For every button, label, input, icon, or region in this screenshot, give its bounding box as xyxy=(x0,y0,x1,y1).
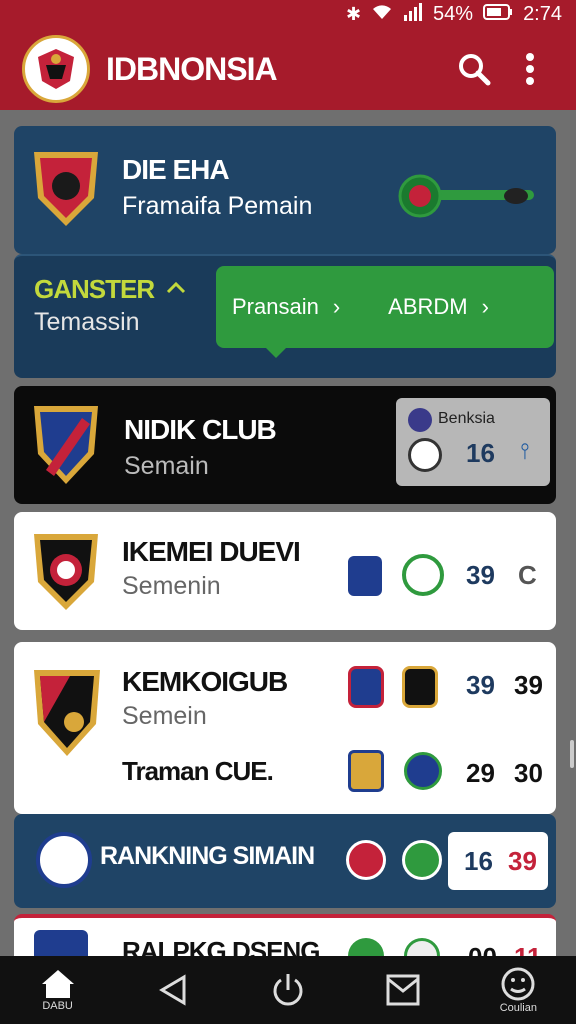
signal-icon xyxy=(403,2,423,26)
search-icon xyxy=(459,54,491,86)
bluetooth-icon: ✱ xyxy=(345,3,362,24)
score-value: 39 xyxy=(466,560,495,590)
battery-percent: 54% xyxy=(433,2,474,25)
team-title: IKEMEI DUEVI xyxy=(122,536,301,567)
team-card-kemkoigub[interactable]: KEMKOIGUB Semein 39 39 Traman CUE. 29 30 xyxy=(14,642,556,814)
club-badge-icon xyxy=(402,554,444,596)
link-label: ABRDM xyxy=(388,294,468,319)
team-subtitle: Framaifa Pemain xyxy=(122,192,313,220)
ranking-card[interactable]: RANKNING SIMAIN 16 39 xyxy=(14,814,556,908)
score-value: 39 xyxy=(508,846,537,876)
nav-label: Coulian xyxy=(499,1002,537,1014)
team-crest-icon xyxy=(34,670,100,756)
team-subtitle: Semain xyxy=(124,452,209,480)
club-badge-icon xyxy=(402,666,438,708)
pin-icon[interactable]: ⫯ xyxy=(520,438,530,464)
club-badge-icon xyxy=(348,750,384,792)
battery-icon xyxy=(483,3,513,25)
pransain-link[interactable]: Pransain › xyxy=(232,294,340,320)
back-triangle-icon xyxy=(158,974,186,1006)
app-title: IDBNONSIA xyxy=(106,50,278,87)
crest-icon xyxy=(38,49,74,89)
link-label: Pransain xyxy=(232,294,319,319)
action-pill: Pransain › ABRDM › xyxy=(216,266,554,348)
team-card-nidik-club[interactable]: NIDIK CLUB Semain Benksia 16 ⫯ xyxy=(14,386,556,504)
team-card-ganster[interactable]: GANSTER Temassin Pransain › ABRDM › xyxy=(14,254,556,378)
team-crest-icon xyxy=(34,534,98,610)
score-value: 16 xyxy=(464,846,493,876)
pill-tail xyxy=(264,346,288,358)
team-title: NIDIK CLUB xyxy=(124,414,277,445)
score-value: 39 xyxy=(466,670,495,700)
team-title: GANSTER xyxy=(34,274,155,304)
score-value: 29 xyxy=(466,758,495,788)
club-badge-icon xyxy=(408,438,442,472)
nav-label: DABU xyxy=(42,1000,73,1012)
inbox-icon xyxy=(386,974,420,1006)
nav-back[interactable] xyxy=(133,960,213,1020)
team-card-ikemei-duevi[interactable]: IKEMEI DUEVI Semenin 39 C xyxy=(14,512,556,630)
nav-profile[interactable]: Coulian xyxy=(478,960,558,1020)
chevron-right-icon: › xyxy=(481,294,489,319)
team-title: DIE EHA xyxy=(122,154,230,185)
mini-score: 16 xyxy=(466,438,495,468)
ranking-mini-card[interactable]: Benksia 16 ⫯ xyxy=(396,398,550,486)
mini-label: Benksia xyxy=(438,410,495,427)
club-badge-icon xyxy=(404,752,442,790)
app-logo[interactable] xyxy=(22,35,90,103)
score-value: C xyxy=(518,560,537,590)
nav-inbox[interactable] xyxy=(363,960,443,1020)
score-value: 30 xyxy=(514,758,543,788)
club-badge-icon xyxy=(402,840,442,880)
clock: 2:74 xyxy=(523,2,562,25)
search-button[interactable] xyxy=(450,45,498,93)
club-badge-icon xyxy=(408,408,432,432)
more-vert-icon xyxy=(526,53,534,85)
power-icon xyxy=(273,974,303,1006)
club-badge-icon xyxy=(348,556,382,596)
more-button[interactable] xyxy=(506,45,554,93)
club-badge-icon xyxy=(348,666,384,708)
team-title: KEMKOIGUB xyxy=(122,666,288,697)
team-crest-icon xyxy=(34,152,98,226)
match-title: Traman CUE. xyxy=(122,756,274,786)
abrdm-link[interactable]: ABRDM › xyxy=(388,294,489,320)
scrollbar[interactable] xyxy=(570,740,574,768)
team-subtitle: Temassin xyxy=(34,308,140,336)
ranking-title: RANKNING SIMAIN xyxy=(100,842,315,870)
club-badge-icon xyxy=(36,832,92,888)
team-subtitle: Semein xyxy=(122,702,207,730)
team-crest-icon xyxy=(34,406,98,484)
chevron-up-icon[interactable] xyxy=(166,280,186,294)
progress-slider[interactable] xyxy=(394,172,540,222)
status-bar: ✱ 54% 2:74 xyxy=(0,0,576,28)
home-icon xyxy=(41,970,74,998)
smiley-icon xyxy=(501,967,535,1001)
ranking-score-box: 16 39 xyxy=(448,832,548,890)
score-value: 39 xyxy=(514,670,543,700)
bottom-nav: DABU Coulian xyxy=(0,956,576,1024)
nav-home[interactable]: DABU xyxy=(18,960,98,1020)
club-badge-icon xyxy=(346,840,386,880)
team-card-die-eha[interactable]: DIE EHA Framaifa Pemain xyxy=(14,126,556,254)
team-subtitle: Semenin xyxy=(122,572,221,600)
wifi-icon xyxy=(371,3,393,26)
nav-power[interactable] xyxy=(248,960,328,1020)
chevron-right-icon: › xyxy=(332,294,341,319)
app-bar: IDBNONSIA xyxy=(0,28,576,110)
